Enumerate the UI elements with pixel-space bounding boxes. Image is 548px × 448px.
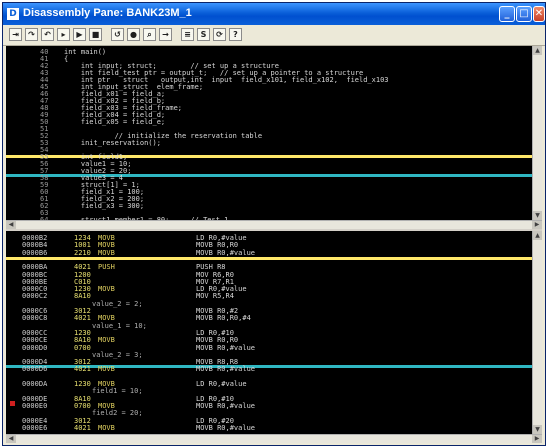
scroll-down-arrow-icon[interactable]: ▼ <box>533 425 542 434</box>
disassembly-row[interactable]: 0000E6 4021 MOVB MOVB R0,#value <box>6 424 532 432</box>
help-icon[interactable]: ? <box>229 28 242 41</box>
run-to-cursor-icon[interactable]: ▸ <box>57 28 70 41</box>
title-bar[interactable]: D Disassembly Pane: BANK23M_1 _ □ ✕ <box>3 3 545 25</box>
source-pane[interactable]: ▲ ▼ 40 int main() 41{42 int input; struct;… <box>6 46 542 220</box>
scroll-left-arrow-icon[interactable]: ◀ <box>6 435 16 443</box>
source-icon[interactable]: S <box>197 28 210 41</box>
mixed-mode-icon[interactable]: ≡ <box>181 28 194 41</box>
halt-icon[interactable]: ■ <box>89 28 102 41</box>
scroll-down-arrow-icon[interactable]: ▼ <box>533 211 542 220</box>
scroll-left-arrow-icon[interactable]: ◀ <box>6 221 16 229</box>
scroll-up-arrow-icon[interactable]: ▲ <box>533 46 542 55</box>
disassembly-window: D Disassembly Pane: BANK23M_1 _ □ ✕ ⇥ ↷ ↶ ▸… <box>2 2 546 446</box>
step-out-icon[interactable]: ↶ <box>41 28 54 41</box>
source-vertical-scrollbar[interactable]: ▲ ▼ <box>532 46 542 220</box>
scroll-up-arrow-icon[interactable]: ▲ <box>533 231 542 240</box>
disassembly-pane[interactable]: ▲ ▼ 0000B2 1234 MOVB LD R0,#value 0000B4 1001… <box>6 231 542 434</box>
scroll-right-arrow-icon[interactable]: ▶ <box>532 435 542 443</box>
step-over-icon[interactable]: ↷ <box>25 28 38 41</box>
operands: MOVB R0,#value <box>196 423 256 432</box>
source-horizontal-scrollbar[interactable]: ◀ ▶ <box>6 220 542 229</box>
disassembly-window-icon: D <box>7 8 19 20</box>
reset-icon[interactable]: ↺ <box>111 28 124 41</box>
mnemonic: MOVB <box>98 423 115 432</box>
window-title: Disassembly Pane: BANK23M_1 <box>23 7 192 19</box>
close-button[interactable]: ✕ <box>533 6 545 22</box>
debug-toolbar: ⇥ ↷ ↶ ▸ ▶ ■ ↺ ● ⌕ → ≡ S ⟳? <box>3 25 545 46</box>
address: 0000E6 <box>22 423 48 432</box>
goto-address-icon[interactable]: → <box>159 28 172 41</box>
find-icon[interactable]: ⌕ <box>143 28 156 41</box>
disassembly-horizontal-scrollbar[interactable]: ◀ ▶ <box>6 434 542 443</box>
disassembly-vertical-scrollbar[interactable]: ▲ ▼ <box>532 231 542 434</box>
maximize-button[interactable]: □ <box>516 6 532 22</box>
minimize-button[interactable]: _ <box>499 6 515 22</box>
go-icon[interactable]: ▶ <box>73 28 86 41</box>
breakpoint-icon[interactable]: ● <box>127 28 140 41</box>
refresh-icon[interactable]: ⟳ <box>213 28 226 41</box>
step-into-icon[interactable]: ⇥ <box>9 28 22 41</box>
scroll-right-arrow-icon[interactable]: ▶ <box>532 221 542 229</box>
opcode: 4021 <box>74 423 91 432</box>
